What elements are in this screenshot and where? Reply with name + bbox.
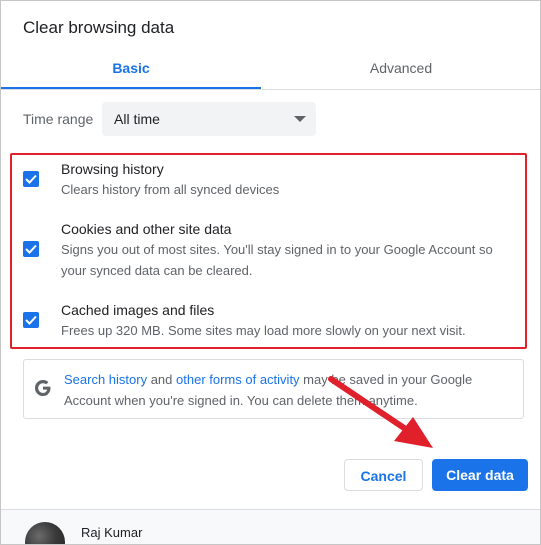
dropdown-arrow-icon: [294, 116, 306, 122]
clear-browsing-data-dialog: Clear browsing data Basic Advanced Time …: [0, 0, 541, 545]
activity-info-text: Search history and other forms of activi…: [64, 369, 514, 411]
tab-basic[interactable]: Basic: [1, 51, 261, 89]
account-name: Raj Kumar: [81, 525, 143, 540]
option-description-line2: your synced data can be cleared.: [61, 263, 253, 278]
info-rest: may be saved in your Google: [299, 372, 473, 387]
info-and: and: [147, 372, 177, 387]
option-description: Frees up 320 MB. Some sites may load mor…: [61, 323, 466, 338]
avatar: [25, 522, 65, 544]
tab-advanced[interactable]: Advanced: [271, 51, 531, 88]
tab-bar: Basic Advanced: [1, 51, 540, 90]
search-history-link[interactable]: Search history: [64, 372, 147, 387]
cancel-button[interactable]: Cancel: [344, 459, 423, 491]
clear-data-button[interactable]: Clear data: [432, 459, 528, 491]
activity-info-box: Search history and other forms of activi…: [23, 359, 524, 419]
option-browsing-history: Browsing history Clears history from all…: [23, 159, 528, 203]
option-description-line1: Signs you out of most sites. You'll stay…: [61, 242, 493, 257]
google-g-icon: [35, 380, 51, 396]
checkmark-icon: [25, 315, 37, 325]
option-title: Browsing history: [61, 161, 164, 177]
option-cached-images: Cached images and files Frees up 320 MB.…: [23, 300, 528, 344]
time-range-value: All time: [114, 111, 160, 127]
option-cookies: Cookies and other site data Signs you ou…: [23, 219, 528, 283]
checkmark-icon: [25, 244, 37, 254]
time-range-label: Time range: [23, 111, 94, 127]
account-footer: Raj Kumar: [1, 509, 540, 544]
option-title: Cookies and other site data: [61, 221, 232, 237]
info-line-1: Search history and other forms of activi…: [64, 369, 514, 390]
checkmark-icon: [25, 174, 37, 184]
option-description: Clears history from all synced devices: [61, 182, 280, 197]
dialog-title: Clear browsing data: [23, 18, 175, 37]
time-range-select[interactable]: All time: [102, 102, 316, 136]
option-title: Cached images and files: [61, 302, 215, 318]
cookies-checkbox[interactable]: [23, 241, 39, 257]
other-activity-link[interactable]: other forms of activity: [176, 372, 300, 387]
browsing-history-checkbox[interactable]: [23, 171, 39, 187]
info-line-2: Account when you're signed in. You can d…: [64, 393, 418, 408]
cached-images-checkbox[interactable]: [23, 312, 39, 328]
